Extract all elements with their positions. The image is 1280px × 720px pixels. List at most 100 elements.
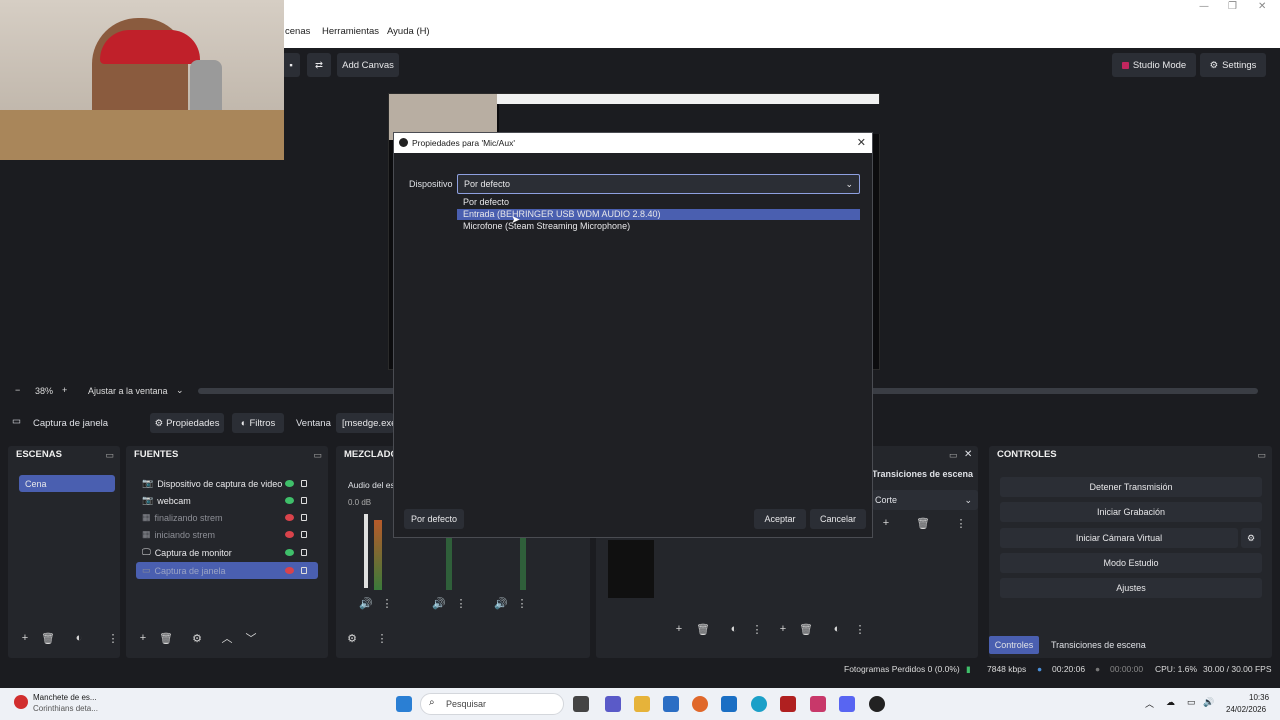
add-button[interactable]: + [774, 620, 792, 638]
menu-help[interactable]: Ayuda (H) [387, 26, 430, 37]
search-box[interactable]: ⌕ Pesquisar [420, 693, 564, 715]
tab-scene-transitions[interactable]: Transiciones de escena [1051, 640, 1146, 650]
maximize-icon[interactable]: ❐ [1228, 1, 1237, 12]
mixer-channel-menu[interactable]: ⋮ [452, 594, 470, 612]
source-properties-button[interactable]: ⚙ [188, 629, 206, 647]
start-recording-button[interactable]: Iniciar Grabación [1000, 502, 1262, 522]
device-option[interactable]: Por defecto [457, 197, 860, 208]
obs-icon[interactable] [869, 696, 885, 712]
undock-icon[interactable]: ▭ [105, 446, 114, 464]
mixer-channel-menu[interactable]: ⋮ [378, 594, 396, 612]
menu-scenes[interactable]: cenas [285, 26, 310, 37]
studio-mode-button[interactable]: Studio Mode [1112, 53, 1196, 77]
close-icon[interactable]: ✕ [1258, 1, 1266, 12]
clock-time[interactable]: 10:36 [1249, 693, 1269, 702]
defaults-button[interactable]: Por defecto [404, 509, 464, 529]
filter-icon[interactable]: ◐ [828, 620, 846, 638]
file-explorer-icon[interactable] [634, 696, 650, 712]
virtual-camera-settings-button[interactable]: ⚙ [1241, 528, 1261, 548]
lock-icon[interactable] [301, 531, 307, 538]
remove-button[interactable]: 🗑 [694, 620, 712, 638]
undock-icon[interactable]: ▭ [949, 450, 958, 461]
volume-icon[interactable]: 🔊 [1203, 697, 1214, 708]
visibility-icon[interactable] [285, 549, 294, 556]
transition-more-button[interactable]: ⋮ [952, 514, 970, 532]
add-canvas-button[interactable]: Add Canvas [337, 53, 399, 77]
scene-item[interactable]: Cena [19, 475, 115, 492]
app-icon[interactable] [605, 696, 621, 712]
properties-button[interactable]: ⚙ Propiedades [150, 413, 224, 433]
app-icon[interactable] [810, 696, 826, 712]
volume-slider[interactable] [364, 514, 368, 588]
lock-icon[interactable] [301, 480, 307, 487]
network-icon[interactable]: ☁ [1166, 697, 1175, 708]
cancel-button[interactable]: Cancelar [810, 509, 866, 529]
device-select[interactable]: Por defecto ⌄ [457, 174, 860, 194]
zoom-fit-select[interactable]: Ajustar a la ventana [88, 386, 168, 396]
mute-icon[interactable]: 🔊 [492, 594, 510, 612]
mute-icon[interactable]: 🔊 [430, 594, 448, 612]
task-view-icon[interactable] [573, 696, 589, 712]
dialog-titlebar: Propiedades para 'Mic/Aux' ✕ [394, 133, 872, 153]
hidden-icon[interactable] [285, 567, 294, 574]
visibility-icon[interactable] [285, 497, 294, 504]
notification-title[interactable]: Manchete de es... [33, 693, 97, 702]
scene-filters-button[interactable]: ◐ [70, 629, 88, 647]
close-icon[interactable]: ✕ [964, 449, 972, 460]
undock-icon[interactable]: ▭ [313, 446, 322, 464]
swap-canvas-button[interactable]: ⇄ [307, 53, 331, 77]
remove-source-button[interactable]: 🗑 [157, 629, 175, 647]
mixer-settings-button[interactable]: ⚙ [343, 629, 361, 647]
menu-tools[interactable]: Herramientas [322, 26, 379, 37]
chevron-up-icon[interactable]: ︿ [1145, 697, 1154, 710]
remove-scene-button[interactable]: 🗑 [39, 629, 57, 647]
zoom-in-button[interactable]: + [62, 385, 67, 395]
window-select[interactable]: [msedge.exe]: [336, 413, 402, 433]
undock-icon[interactable]: ▭ [1257, 446, 1266, 464]
more-button[interactable]: ⋮ [748, 620, 766, 638]
browser-icon[interactable] [692, 696, 708, 712]
lock-icon[interactable] [301, 567, 307, 574]
transition-select-value: Corte [875, 495, 898, 505]
discord-icon[interactable] [839, 696, 855, 712]
mute-icon[interactable]: 🔊 [357, 594, 375, 612]
settings-button[interactable]: ⚙ Settings [1200, 53, 1266, 77]
store-icon[interactable] [663, 696, 679, 712]
remove-button[interactable]: 🗑 [797, 620, 815, 638]
move-up-button[interactable]: ︿ [218, 629, 236, 647]
lock-icon[interactable] [301, 549, 307, 556]
mixer-more-button[interactable]: ⋮ [373, 629, 391, 647]
stop-stream-button[interactable]: Detener Transmisión [1000, 477, 1262, 497]
add-source-button[interactable]: + [134, 629, 152, 647]
start-virtual-camera-button[interactable]: Iniciar Cámara Virtual [1000, 528, 1238, 548]
ok-button[interactable]: Aceptar [754, 509, 806, 529]
add-scene-button[interactable]: + [16, 629, 34, 647]
minimize-icon[interactable]: — [1199, 1, 1209, 12]
toolbar-icon-button[interactable]: ▪ [282, 53, 300, 77]
mixer-channel-menu[interactable]: ⋮ [513, 594, 531, 612]
lock-icon[interactable] [301, 497, 307, 504]
studio-mode-control-button[interactable]: Modo Estudio [1000, 553, 1262, 573]
zoom-out-button[interactable]: − [15, 385, 20, 395]
filter-icon[interactable]: ◐ [725, 620, 743, 638]
outlook-icon[interactable] [721, 696, 737, 712]
more-button[interactable]: ⋮ [851, 620, 869, 638]
visibility-icon[interactable] [285, 480, 294, 487]
app-icon[interactable] [780, 696, 796, 712]
scene-more-button[interactable]: ⋮ [104, 629, 122, 647]
lock-icon[interactable] [301, 514, 307, 521]
filters-button[interactable]: ◐ Filtros [232, 413, 284, 433]
tab-controls[interactable]: Controles [989, 636, 1039, 654]
add-transition-button[interactable]: + [877, 514, 895, 532]
add-button[interactable]: + [670, 620, 688, 638]
hidden-icon[interactable] [285, 531, 294, 538]
windows-start-icon[interactable] [396, 696, 412, 712]
edge-icon[interactable] [751, 696, 767, 712]
battery-icon[interactable]: ▭ [1187, 697, 1196, 708]
close-icon[interactable]: ✕ [857, 136, 866, 149]
settings-control-button[interactable]: Ajustes [1000, 578, 1262, 598]
transition-select[interactable]: Corte ⌄ [872, 490, 978, 510]
hidden-icon[interactable] [285, 514, 294, 521]
remove-transition-button[interactable]: 🗑 [914, 514, 932, 532]
move-down-button[interactable]: ﹀ [242, 629, 260, 647]
